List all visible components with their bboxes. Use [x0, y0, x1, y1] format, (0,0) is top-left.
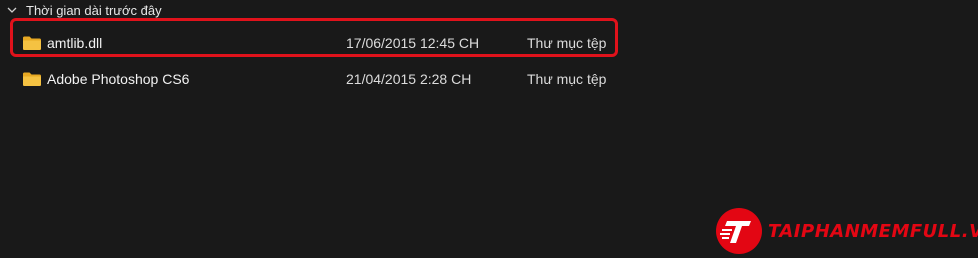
folder-icon: [23, 72, 41, 86]
file-type: Thư mục tệp: [527, 35, 607, 51]
file-type: Thư mục tệp: [527, 71, 607, 87]
file-name: amtlib.dll: [47, 35, 103, 51]
group-label: Thời gian dài trước đây: [26, 2, 162, 18]
chevron-down-icon[interactable]: [6, 4, 18, 16]
folder-icon: [23, 36, 41, 50]
file-date: 21/04/2015 2:28 CH: [346, 71, 472, 87]
list-item[interactable]: amtlib.dll 17/06/2015 12:45 CH Thư mục t…: [16, 29, 620, 57]
watermark: TAIPHANMEMFULL.VN: [716, 208, 978, 254]
file-date: 17/06/2015 12:45 CH: [346, 35, 480, 51]
list-item[interactable]: Adobe Photoshop CS6 21/04/2015 2:28 CH T…: [16, 65, 620, 93]
watermark-logo-icon: [716, 208, 762, 254]
group-header[interactable]: Thời gian dài trước đây: [6, 0, 162, 20]
watermark-text: TAIPHANMEMFULL.VN: [768, 220, 978, 242]
file-name: Adobe Photoshop CS6: [47, 71, 190, 87]
